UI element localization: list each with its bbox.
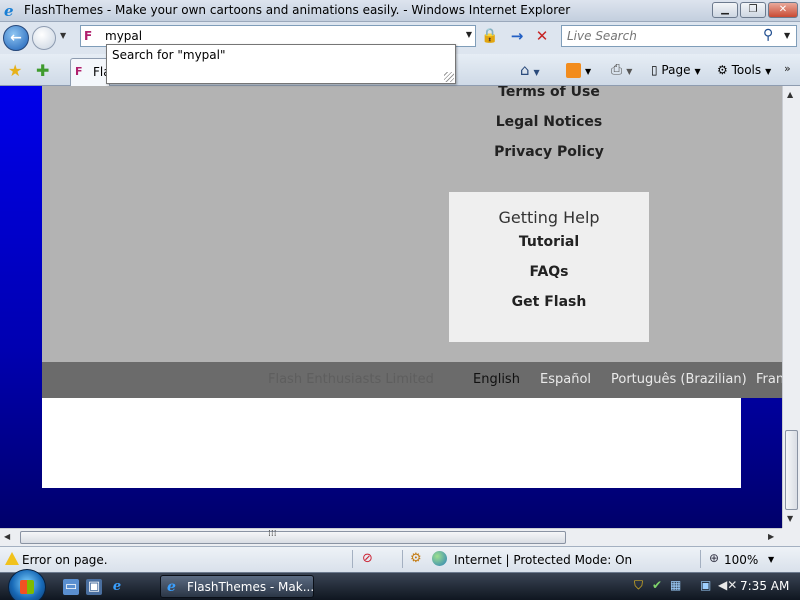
lock-icon[interactable]: 🔒 <box>480 26 500 46</box>
live-search-box[interactable]: ⚲ ▼ <box>561 25 797 47</box>
recent-pages-dropdown-icon[interactable]: ▼ <box>60 31 66 40</box>
page-menu-label: Page <box>661 63 691 77</box>
language-bar: Flash Enthusiasts Limited English Españo… <box>42 362 782 398</box>
language-portuguese-link[interactable]: Português (Brazilian) <box>611 372 747 387</box>
volume-muted-icon[interactable]: ◀✕ <box>718 578 737 592</box>
horizontal-scrollbar[interactable]: ◀ ⁞⁞⁞ ▶ <box>0 528 782 546</box>
clock[interactable]: 7:35 AM <box>740 579 789 593</box>
tab-favicon-icon: F <box>75 65 83 78</box>
status-message[interactable]: Error on page. <box>22 553 108 567</box>
legal-notices-link[interactable]: Legal Notices <box>449 114 649 130</box>
more-commands-chevron-icon[interactable]: » <box>784 62 791 75</box>
faqs-link[interactable]: FAQs <box>449 264 649 280</box>
resize-grip-icon[interactable] <box>444 72 454 82</box>
windows-taskbar: ▭ ▣ e e FlashThemes - Mak... ⛉ ✔ ▦ ▣ ◀✕ … <box>0 569 800 600</box>
switch-windows-icon[interactable]: ▣ <box>86 579 102 595</box>
web-content: Terms of Use Legal Notices Privacy Polic… <box>0 86 782 528</box>
ie-logo-icon: e <box>4 2 14 20</box>
status-divider <box>402 550 403 568</box>
stop-button[interactable]: ✕ <box>531 26 553 46</box>
taskbar-window-label: FlashThemes - Mak... <box>187 580 315 594</box>
tutorial-link[interactable]: Tutorial <box>449 234 649 250</box>
search-icon[interactable]: ⚲ <box>763 27 773 43</box>
language-french-link[interactable]: Fran <box>756 372 782 387</box>
scroll-down-arrow-icon[interactable]: ▼ <box>787 514 793 523</box>
terms-of-use-link[interactable]: Terms of Use <box>449 86 649 100</box>
scrollbar-corner <box>782 528 800 546</box>
warning-icon[interactable] <box>5 552 19 565</box>
addon-icon[interactable]: ⚙ <box>410 551 422 566</box>
minimize-button[interactable]: ▁ <box>712 2 738 18</box>
language-english-link[interactable]: English <box>473 372 520 387</box>
display-icon[interactable]: ▣ <box>700 578 711 592</box>
address-dropdown-icon[interactable]: ▼ <box>466 30 472 39</box>
add-favorite-icon[interactable]: ✚ <box>36 61 49 80</box>
browser-tab[interactable]: F Fla <box>70 58 110 86</box>
ie-quicklaunch-icon[interactable]: e <box>109 579 125 595</box>
scroll-left-arrow-icon[interactable]: ◀ <box>4 532 10 541</box>
network-icon[interactable]: ▦ <box>670 578 681 592</box>
language-espanol-link[interactable]: Español <box>540 372 591 387</box>
back-button[interactable]: ← <box>3 25 29 51</box>
search-input[interactable] <box>567 28 757 44</box>
zoom-icon[interactable]: ⊕ <box>709 551 719 565</box>
get-flash-link[interactable]: Get Flash <box>449 294 649 310</box>
privacy-policy-link[interactable]: Privacy Policy <box>449 144 649 160</box>
start-button[interactable] <box>8 569 46 600</box>
taskbar-window-button[interactable]: e FlashThemes - Mak... <box>160 575 314 598</box>
footer-panel <box>42 86 782 362</box>
status-divider <box>700 550 701 568</box>
go-button[interactable]: → <box>506 26 528 46</box>
search-options-dropdown-icon[interactable]: ▼ <box>784 31 790 40</box>
title-bar: e FlashThemes - Make your own cartoons a… <box>0 0 800 22</box>
forward-button[interactable] <box>32 26 56 50</box>
system-tray: ⛉ ✔ ▦ ▣ ◀✕ 7:35 AM <box>626 574 800 600</box>
page-menu[interactable]: ▯ Page ▼ <box>651 61 701 79</box>
globe-icon <box>432 551 447 566</box>
maximize-button[interactable]: ❐ <box>740 2 766 18</box>
scroll-up-arrow-icon[interactable]: ▲ <box>787 90 793 99</box>
horizontal-scroll-thumb[interactable] <box>20 531 566 544</box>
tools-menu-label: Tools <box>731 63 762 77</box>
status-bar: Error on page. ⊘ ⚙ Internet | Protected … <box>0 546 800 572</box>
address-autocomplete-popup: Search for "mypal" <box>106 44 456 84</box>
scroll-grip-icon: ⁞⁞⁞ <box>268 529 277 539</box>
tools-menu[interactable]: ⚙ Tools ▼ <box>717 61 771 79</box>
ie-logo-icon: e <box>167 579 176 595</box>
show-desktop-icon[interactable]: ▭ <box>63 579 79 595</box>
copyright-text: Flash Enthusiasts Limited <box>268 372 434 387</box>
windows-flag-icon <box>20 580 34 594</box>
home-icon[interactable]: ⌂ ▼ <box>520 61 540 79</box>
security-shield-icon[interactable]: ⛉ <box>634 578 643 593</box>
zoom-dropdown-icon[interactable]: ▼ <box>768 555 774 564</box>
site-favicon-icon: F <box>84 29 93 43</box>
favorites-star-icon[interactable]: ★ <box>8 61 22 80</box>
zoom-level[interactable]: 100% <box>724 553 758 567</box>
security-zone-text[interactable]: Internet | Protected Mode: On <box>454 553 632 567</box>
status-divider <box>352 550 353 568</box>
print-icon[interactable]: ⎙ ▼ <box>611 61 632 79</box>
scroll-right-arrow-icon[interactable]: ▶ <box>768 532 774 541</box>
network-check-icon[interactable]: ✔ <box>652 578 662 592</box>
content-white-panel <box>42 398 741 488</box>
autocomplete-suggestion[interactable]: Search for "mypal" <box>112 48 226 62</box>
close-button[interactable]: ✕ <box>768 2 798 18</box>
vertical-scroll-thumb[interactable] <box>785 430 798 510</box>
address-input[interactable] <box>105 28 445 44</box>
feeds-icon[interactable]: ▼ <box>566 61 591 79</box>
getting-help-heading: Getting Help <box>498 208 600 227</box>
vertical-scrollbar[interactable]: ▲ ▼ <box>782 86 800 528</box>
popup-blocker-icon[interactable]: ⊘ <box>362 551 373 566</box>
getting-help-box: Getting Help Tutorial FAQs Get Flash <box>449 192 649 342</box>
window-title: FlashThemes - Make your own cartoons and… <box>24 3 571 17</box>
